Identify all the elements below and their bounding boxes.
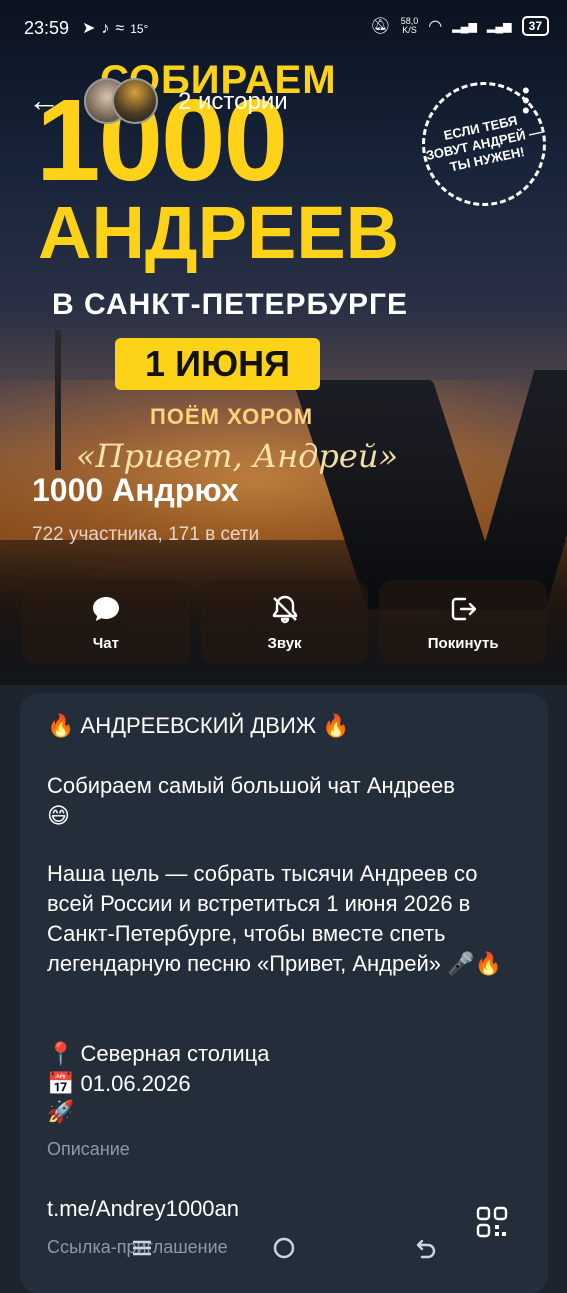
sound-button[interactable]: Звук — [200, 580, 369, 664]
status-time: 23:59 — [24, 18, 70, 38]
recent-apps-icon[interactable] — [130, 1236, 154, 1260]
sound-button-label: Звук — [267, 634, 302, 652]
status-right-icons: 🔕︎ 58,0 K/S ◠ ▂▄▆ ▂▄▆ 37 — [370, 16, 549, 36]
info-location-row: 📍 Северная столица — [47, 1039, 527, 1070]
tiktok-icon: ♪ — [101, 20, 116, 37]
mute-bell-icon — [272, 595, 297, 623]
info-paragraph-2: Наша цель — собрать тысячи Андреев со вс… — [47, 859, 527, 980]
group-title: 1000 Андрюх — [32, 472, 239, 508]
poster-sing: ПОЁМ ХОРОМ — [150, 404, 314, 429]
stories-avatars[interactable] — [84, 78, 158, 124]
pin-icon: 📍 — [47, 1042, 75, 1067]
group-info-card: 🔥 АНДРЕЕВСКИЙ ДВИЖ 🔥 Собираем самый боль… — [20, 693, 548, 1293]
stories-label[interactable]: 2 истории — [178, 88, 288, 116]
poster-badge: ЕСЛИ ТЕБЯ ЗОВУТ АНДРЕЙ — ТЫ НУЖЕН! — [410, 70, 558, 218]
rocket-icon: 🚀 — [47, 1100, 75, 1125]
poster-song: «Привет, Андрей» — [76, 437, 399, 475]
info-p1-text: Собираем самый большой чат Андреев — [47, 773, 455, 798]
back-nav-icon[interactable] — [414, 1236, 438, 1260]
leave-icon — [451, 597, 477, 620]
telegram-icon: ➤ — [82, 20, 102, 37]
info-location: Северная столица — [80, 1041, 270, 1066]
mute-icon: 🔕︎ — [370, 18, 391, 35]
wifi-icon: ◠ — [428, 18, 443, 35]
system-nav-bar — [0, 1226, 567, 1280]
action-buttons: Чат Звук Покинуть — [22, 580, 548, 664]
info-date-row: 📅 01.06.2026 — [47, 1069, 527, 1100]
battery-icon: 37 — [521, 16, 549, 36]
info-rocket-row: 🚀 — [47, 1097, 527, 1128]
status-left-icons: ➤♪≈15° — [82, 18, 148, 38]
info-heading: АНДРЕЕВСКИЙ ДВИЖ — [80, 713, 317, 738]
info-paragraph-1: Собираем самый большой чат Андреев 😄 — [47, 771, 527, 832]
microphone-icon: 🎤 — [447, 952, 475, 977]
info-p2-text: Наша цель — собрать тысячи Андреев со вс… — [47, 861, 478, 976]
story-avatar-2 — [112, 78, 158, 124]
signal-2-icon: ▂▄▆ — [486, 20, 512, 33]
more-menu-icon[interactable]: • • • — [522, 80, 530, 122]
fire-icon: 🔥 — [47, 714, 75, 739]
status-bar: 23:59 ➤♪≈15° 🔕︎ 58,0 K/S ◠ ▂▄▆ ▂▄▆ 37 — [0, 0, 567, 56]
network-speed: 58,0 K/S — [401, 17, 419, 35]
group-members-status: 722 участника, 171 в сети — [32, 524, 260, 545]
signal-1-icon: ▂▄▆ — [452, 20, 477, 33]
battery-level: 37 — [528, 19, 542, 33]
description-label: Описание — [47, 1139, 130, 1159]
grinning-face-icon: 😄 — [47, 804, 70, 829]
fire-icon: 🔥 — [322, 714, 350, 739]
home-icon[interactable] — [272, 1236, 296, 1260]
invite-link[interactable]: t.me/Andrey1000an — [47, 1196, 239, 1222]
wind-icon: ≈ — [115, 20, 131, 37]
poster-city: В САНКТ-ПЕТЕРБУРГЕ — [52, 288, 409, 321]
temperature: 15° — [130, 22, 149, 36]
info-date: 01.06.2026 — [80, 1071, 191, 1096]
chat-icon — [92, 596, 119, 621]
poster-line3: АНДРЕЕВ — [38, 191, 400, 274]
chat-button[interactable]: Чат — [22, 580, 190, 664]
speed-unit: K/S — [402, 25, 417, 35]
leave-button[interactable]: Покинуть — [379, 580, 548, 664]
fire-icon: 🔥 — [474, 952, 502, 977]
back-arrow-icon[interactable]: ← — [28, 84, 60, 116]
chat-button-label: Чат — [92, 634, 119, 652]
spire — [55, 330, 61, 470]
calendar-icon: 📅 — [47, 1072, 75, 1097]
info-heading-row: 🔥 АНДРЕЕВСКИЙ ДВИЖ 🔥 — [47, 711, 527, 742]
poster-date: 1 ИЮНЯ — [115, 338, 320, 390]
leave-button-label: Покинуть — [427, 634, 499, 652]
